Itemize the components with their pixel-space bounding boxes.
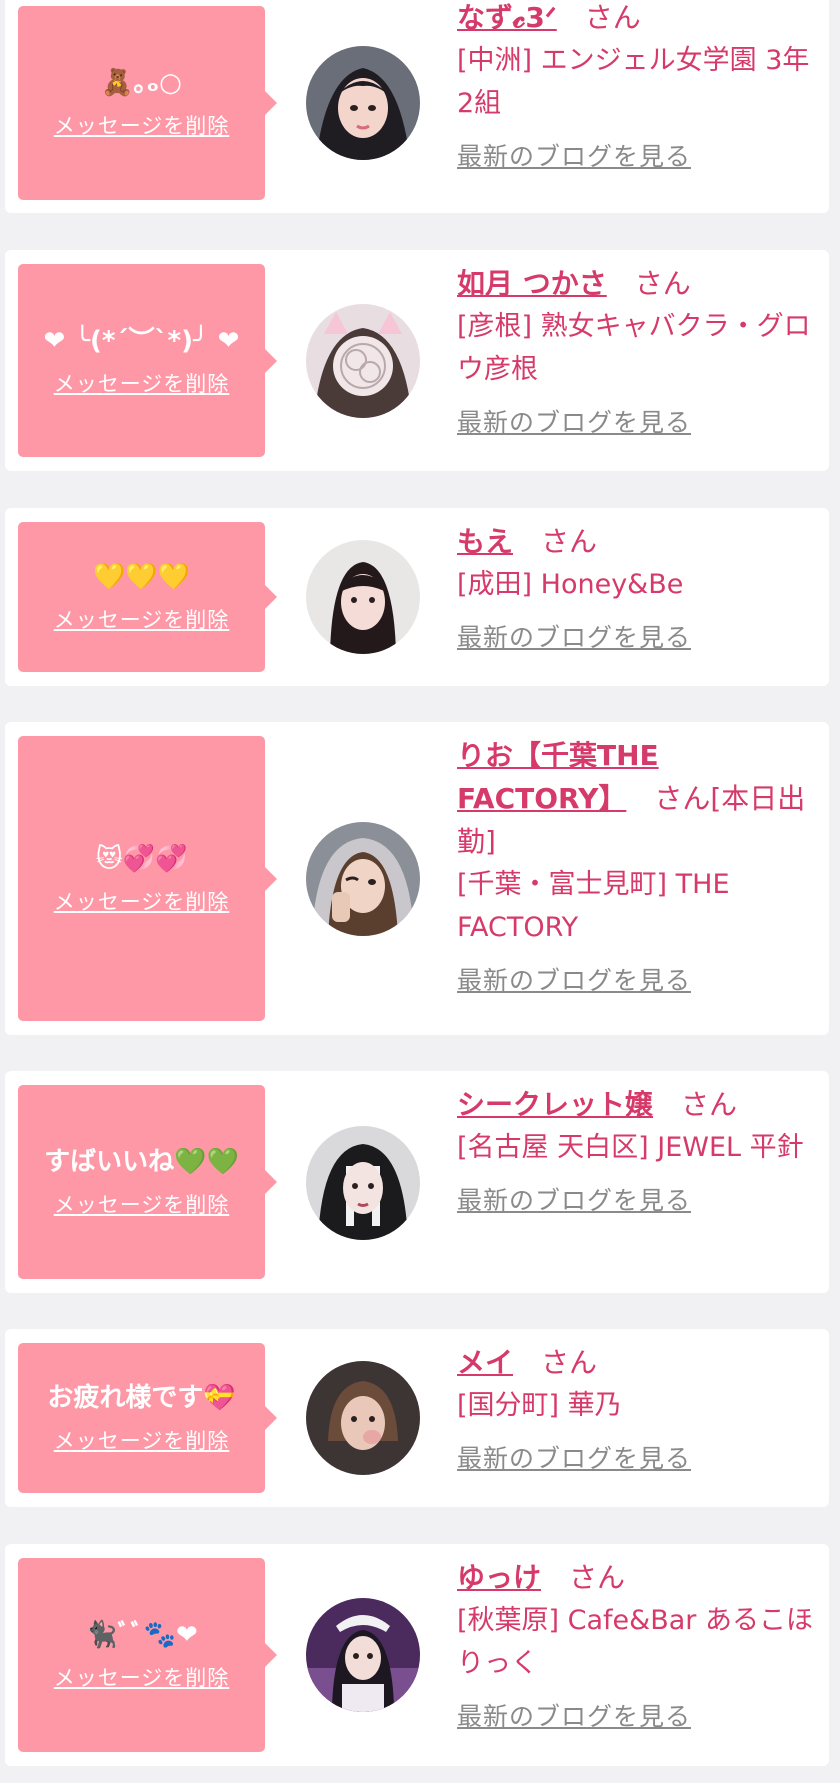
sender-name-link[interactable]: りお【千葉THE FACTORY】 bbox=[457, 739, 659, 815]
avatar-photo-icon bbox=[306, 304, 420, 418]
sender-info: りお【千葉THE FACTORY】 さん[本日出勤] [千葉・富士見町] THE … bbox=[457, 734, 817, 997]
shop-name: [秋葉原] Cafe&Bar あるこほりっく bbox=[457, 1605, 813, 1679]
latest-blog-link[interactable]: 最新のブログを見る bbox=[457, 618, 691, 654]
avatar[interactable] bbox=[306, 1126, 420, 1240]
latest-blog-link[interactable]: 最新のブログを見る bbox=[457, 137, 691, 173]
sender-name-link[interactable]: メイ bbox=[457, 1346, 513, 1379]
message-card: 🧸｡ₒ○ メッセージを削除 なず𝓬3ᐟ さん [中洲] エンジェル女学園 3年2組… bbox=[5, 0, 829, 213]
avatar[interactable] bbox=[306, 1361, 420, 1475]
avatar-photo-icon bbox=[306, 822, 420, 936]
message-bubble: お疲れ様です💝 メッセージを削除 bbox=[18, 1343, 277, 1493]
message-card: ❤ ╰(*´︶`*)╯ ❤ メッセージを削除 如月 つかさ さん [彦根] 熟女キ… bbox=[5, 250, 829, 471]
avatar[interactable] bbox=[306, 46, 420, 160]
message-text: 💛💛💛 bbox=[92, 562, 191, 592]
honorific: さん bbox=[541, 525, 598, 558]
avatar[interactable] bbox=[306, 1598, 420, 1712]
message-card: すばいいね💚💚 メッセージを削除 シークレット嬢 さん [名古屋 天白区] JEW… bbox=[5, 1071, 829, 1293]
message-bubble: ❤ ╰(*´︶`*)╯ ❤ メッセージを削除 bbox=[18, 264, 277, 457]
delete-message-link[interactable]: メッセージを削除 bbox=[54, 1662, 230, 1692]
honorific: さん bbox=[541, 1346, 598, 1379]
sender-name-link[interactable]: もえ bbox=[457, 525, 513, 558]
sender-info: もえ さん [成田] Honey&Be 最新のブログを見る bbox=[457, 520, 817, 654]
shop-name: [彦根] 熟女キャバクラ・グロウ彦根 bbox=[457, 311, 811, 385]
message-list: 🧸｡ₒ○ メッセージを削除 なず𝓬3ᐟ さん [中洲] エンジェル女学園 3年2組… bbox=[0, 0, 840, 1783]
sender-info: 如月 つかさ さん [彦根] 熟女キャバクラ・グロウ彦根 最新のブログを見る bbox=[457, 262, 817, 439]
avatar-photo-icon bbox=[306, 1126, 420, 1240]
sender-info: メイ さん [国分町] 華乃 最新のブログを見る bbox=[457, 1341, 817, 1475]
latest-blog-link[interactable]: 最新のブログを見る bbox=[457, 1439, 691, 1475]
delete-message-link[interactable]: メッセージを削除 bbox=[54, 110, 230, 140]
sender-name-link[interactable]: シークレット嬢 bbox=[457, 1088, 653, 1121]
honorific: さん bbox=[584, 1, 641, 34]
avatar-photo-icon bbox=[306, 1361, 420, 1475]
message-bubble: 💛💛💛 メッセージを削除 bbox=[18, 522, 277, 672]
message-card: 💛💛💛 メッセージを削除 もえ さん [成田] Honey&Be 最新のブログを見… bbox=[5, 508, 829, 686]
message-card: 🐈‍⬛ﾞﾞ🐾❤ メッセージを削除 ゆっけ さん [秋葉原] Cafe&Bar ある… bbox=[5, 1544, 829, 1766]
message-bubble: 🐈‍⬛ﾞﾞ🐾❤ メッセージを削除 bbox=[18, 1558, 277, 1752]
message-text: ❤ ╰(*´︶`*)╯ ❤ bbox=[43, 325, 240, 356]
honorific: さん bbox=[634, 267, 691, 300]
latest-blog-link[interactable]: 最新のブログを見る bbox=[457, 1181, 691, 1217]
avatar-photo-icon bbox=[306, 1598, 420, 1712]
avatar-photo-icon bbox=[306, 46, 420, 160]
sender-name-link[interactable]: なず𝓬3ᐟ bbox=[457, 1, 557, 34]
delete-message-link[interactable]: メッセージを削除 bbox=[54, 1189, 230, 1219]
latest-blog-link[interactable]: 最新のブログを見る bbox=[457, 961, 691, 997]
sender-name-link[interactable]: 如月 つかさ bbox=[457, 267, 607, 300]
shop-name: [名古屋 天白区] JEWEL 平針 bbox=[457, 1132, 804, 1163]
latest-blog-link[interactable]: 最新のブログを見る bbox=[457, 1697, 691, 1733]
honorific: さん bbox=[569, 1561, 626, 1594]
avatar[interactable] bbox=[306, 822, 420, 936]
delete-message-link[interactable]: メッセージを削除 bbox=[54, 604, 230, 634]
message-bubble: 😻💞💞 メッセージを削除 bbox=[18, 736, 277, 1021]
shop-name: [千葉・富士見町] THE FACTORY bbox=[457, 869, 730, 943]
delete-message-link[interactable]: メッセージを削除 bbox=[54, 886, 230, 916]
latest-blog-link[interactable]: 最新のブログを見る bbox=[457, 403, 691, 439]
shop-name: [中洲] エンジェル女学園 3年2組 bbox=[457, 45, 810, 119]
message-bubble: 🧸｡ₒ○ メッセージを削除 bbox=[18, 6, 277, 200]
message-text: 🧸｡ₒ○ bbox=[101, 68, 182, 98]
avatar[interactable] bbox=[306, 304, 420, 418]
sender-name-link[interactable]: ゆっけ bbox=[457, 1561, 541, 1594]
message-text: 🐈‍⬛ﾞﾞ🐾❤ bbox=[85, 1620, 198, 1650]
delete-message-link[interactable]: メッセージを削除 bbox=[54, 1425, 230, 1455]
shop-name: [成田] Honey&Be bbox=[457, 569, 684, 600]
sender-info: ゆっけ さん [秋葉原] Cafe&Bar あるこほりっく 最新のブログを見る bbox=[457, 1556, 817, 1733]
sender-info: なず𝓬3ᐟ さん [中洲] エンジェル女学園 3年2組 最新のブログを見る bbox=[457, 0, 817, 173]
avatar[interactable] bbox=[306, 540, 420, 654]
message-text: お疲れ様です💝 bbox=[47, 1383, 236, 1413]
avatar-photo-icon bbox=[306, 540, 420, 654]
message-text: 😻💞💞 bbox=[95, 843, 188, 874]
message-card: お疲れ様です💝 メッセージを削除 メイ さん [国分町] 華乃 最新のブログを見る bbox=[5, 1329, 829, 1507]
delete-message-link[interactable]: メッセージを削除 bbox=[54, 368, 230, 398]
honorific: さん bbox=[654, 782, 711, 815]
shop-name: [国分町] 華乃 bbox=[457, 1390, 622, 1421]
message-card: 😻💞💞 メッセージを削除 りお【千葉THE FACTORY】 さん[本日出勤] [… bbox=[5, 722, 829, 1035]
honorific: さん bbox=[681, 1088, 738, 1121]
message-bubble: すばいいね💚💚 メッセージを削除 bbox=[18, 1085, 277, 1279]
sender-info: シークレット嬢 さん [名古屋 天白区] JEWEL 平針 最新のブログを見る bbox=[457, 1083, 817, 1217]
message-text: すばいいね💚💚 bbox=[44, 1147, 239, 1177]
